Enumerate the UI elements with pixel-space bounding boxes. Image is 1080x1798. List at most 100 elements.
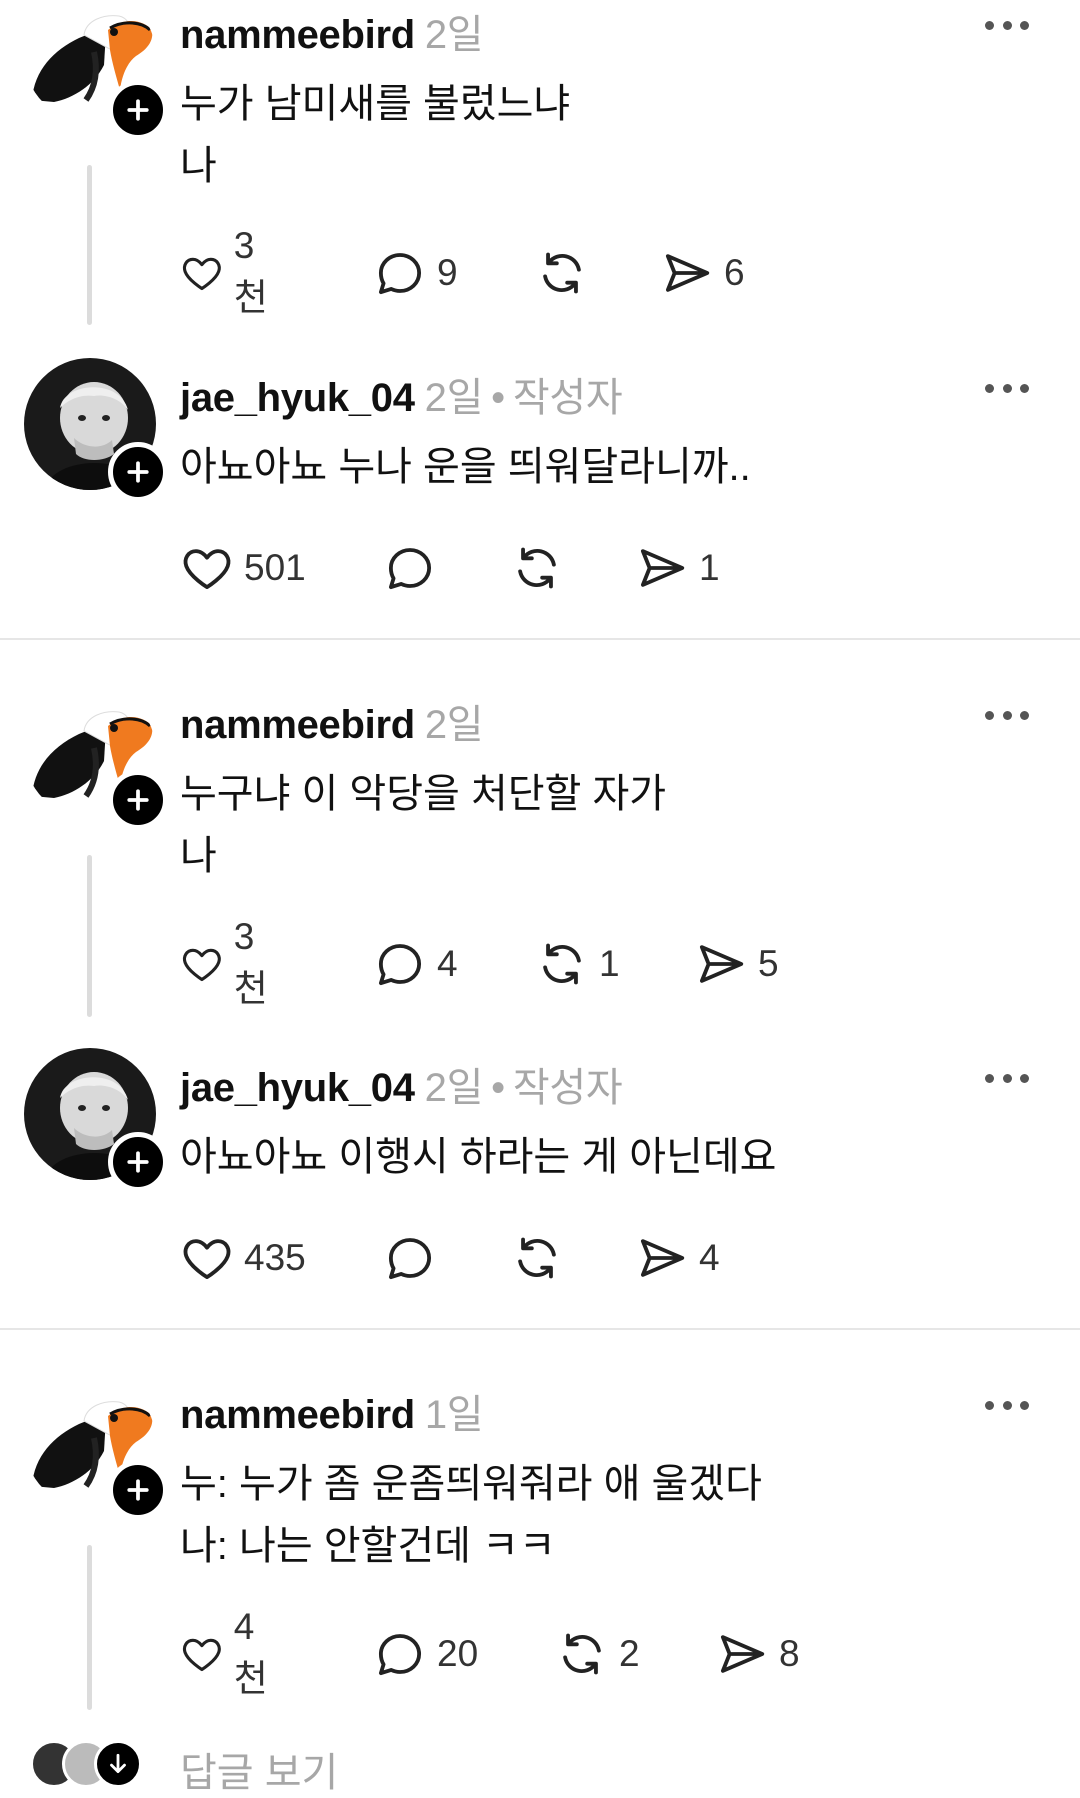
send-icon [635,541,689,595]
follow-button[interactable] [108,80,168,140]
heart-icon [180,541,234,595]
share-button[interactable]: 8 [715,1626,800,1682]
arrow-down-icon [110,1753,126,1773]
share-button[interactable]: 4 [635,1230,720,1286]
more-icon [985,710,994,720]
repost-button[interactable] [510,540,564,596]
post-header: jae_hyuk_04 2일 • 작성자 [180,1066,623,1110]
post-header: nammeebird 2일 [180,2,484,60]
like-button[interactable]: 3천 [180,225,278,318]
repost-icon [510,541,564,595]
share-count: 6 [724,252,745,293]
comment-count: 20 [437,1633,479,1674]
comment-bubble-icon [383,1231,437,1285]
plus-icon [123,785,153,815]
repost-icon [535,937,589,991]
post-text: 누: 누가 좀 운좀띄워줘라 애 울겠다 나: 나는 안할건데 ㅋㅋ [180,1462,762,1568]
follow-button[interactable] [108,770,168,830]
share-count: 1 [699,547,720,588]
more-button[interactable] [985,709,1029,721]
follow-button[interactable] [108,1132,168,1192]
post-header: nammeebird 2일 [180,692,484,750]
post-text: 아뇨아뇨 누나 운을 띄워달라니까.. [180,445,751,489]
divider [0,1328,1080,1330]
username[interactable]: nammeebird [180,703,415,747]
post-time: 2일 [424,1066,484,1110]
author-tag: 작성자 [512,376,623,420]
post-header: nammeebird 1일 [180,1382,484,1440]
like-count: 4천 [233,1606,268,1699]
heart-icon [180,937,224,991]
post-text: 누가 남미새를 불렀느냐 나 [180,82,571,188]
repost-button[interactable]: 2 [555,1626,640,1682]
like-count: 501 [244,547,306,588]
post-time: 2일 [424,13,484,57]
comment-button[interactable]: 4 [373,936,458,992]
username[interactable]: jae_hyuk_04 [180,376,415,420]
view-replies-row[interactable]: 답글 보기 [30,1736,630,1795]
plus-icon [123,95,153,125]
repost-button[interactable] [510,1230,564,1286]
share-count: 5 [758,943,779,984]
share-button[interactable]: 6 [660,245,745,301]
share-count: 8 [779,1633,800,1674]
username[interactable]: jae_hyuk_04 [180,1066,415,1110]
heart-icon [180,246,224,300]
more-icon [985,1400,994,1410]
post-text: 아뇨아뇨 이행시 하라는 게 아닌데요 [180,1135,777,1179]
repost-icon [535,246,589,300]
send-icon [715,1627,769,1681]
plus-icon [123,457,153,487]
comment-button[interactable]: 9 [373,245,458,301]
comment-bubble-icon [383,541,437,595]
username[interactable]: nammeebird [180,13,415,57]
like-count: 3천 [233,916,268,1009]
send-icon [635,1231,689,1285]
divider [0,638,1080,640]
like-count: 3천 [233,225,268,318]
follow-button[interactable] [108,442,168,502]
post-time: 2일 [424,376,484,420]
heart-icon [180,1627,224,1681]
thread-line [87,1545,92,1710]
post-time: 2일 [424,703,484,747]
send-icon [694,937,748,991]
more-button[interactable] [985,19,1029,31]
more-icon [985,383,994,393]
send-icon [660,246,714,300]
more-button[interactable] [985,382,1029,394]
post-header: jae_hyuk_04 2일 • 작성자 [180,376,623,420]
heart-icon [180,1231,234,1285]
repost-button[interactable] [535,245,589,301]
view-replies-label[interactable]: 답글 보기 [180,1740,338,1798]
comment-bubble-icon [373,937,427,991]
author-tag: 작성자 [512,1066,623,1110]
more-button[interactable] [985,1399,1029,1411]
username[interactable]: nammeebird [180,1393,415,1437]
thread-line [87,855,92,1017]
more-button[interactable] [985,1072,1029,1084]
comment-count: 4 [437,943,458,984]
comment-button[interactable] [383,1230,437,1286]
plus-icon [123,1475,153,1505]
more-icon [985,1073,994,1083]
comment-bubble-icon [373,246,427,300]
thread-line [87,165,92,325]
follow-button[interactable] [108,1460,168,1520]
comment-button[interactable] [383,540,437,596]
repost-count: 2 [619,1633,640,1674]
reply-avatar [94,1740,142,1788]
share-button[interactable]: 1 [635,540,720,596]
repost-icon [555,1627,609,1681]
like-count: 435 [244,1237,306,1278]
plus-icon [123,1147,153,1177]
like-button[interactable]: 4천 [180,1606,278,1699]
like-button[interactable]: 3천 [180,916,278,1009]
share-button[interactable]: 5 [694,936,779,992]
comment-button[interactable]: 20 [373,1626,478,1682]
like-button[interactable]: 435 [180,1230,306,1286]
like-button[interactable]: 501 [180,540,306,596]
more-icon [985,20,994,30]
repost-button[interactable]: 1 [535,936,620,992]
comment-bubble-icon [373,1627,427,1681]
